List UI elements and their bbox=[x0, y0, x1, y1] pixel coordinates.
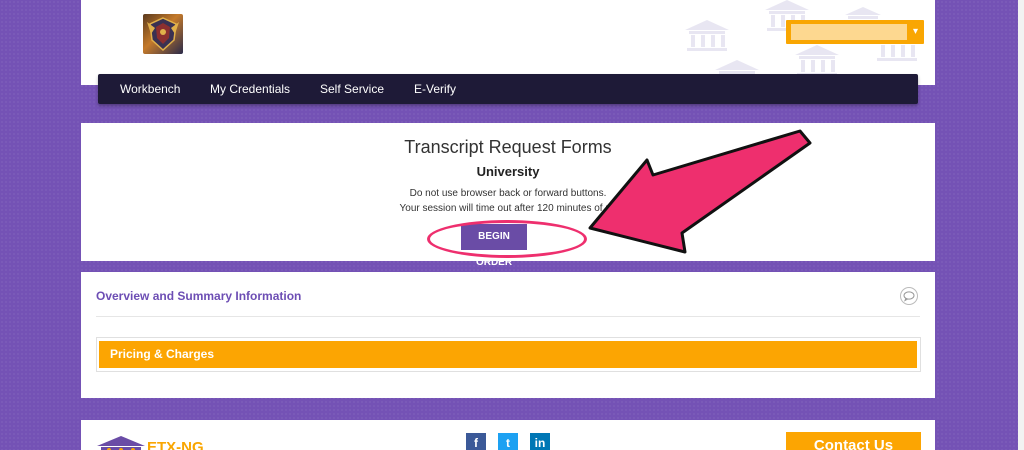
nav-item-e-verify[interactable]: E-Verify bbox=[414, 74, 456, 104]
nav-item-workbench[interactable]: Workbench bbox=[120, 74, 180, 104]
university-crest-icon[interactable] bbox=[143, 14, 183, 54]
browser-warning-note: Do not use browser back or forward butto… bbox=[409, 188, 607, 199]
begin-order-button[interactable]: BEGIN ORDER bbox=[461, 224, 527, 268]
language-select[interactable]: ▾ bbox=[786, 20, 924, 44]
chat-bubble-icon[interactable] bbox=[900, 287, 918, 305]
institution-name: University bbox=[476, 164, 540, 179]
linkedin-icon[interactable]: in bbox=[530, 433, 550, 450]
contact-us-button[interactable]: Contact Us bbox=[786, 432, 921, 450]
overview-summary-link[interactable]: Overview and Summary Information bbox=[96, 289, 301, 303]
facebook-icon[interactable]: f bbox=[466, 433, 486, 450]
site-footer: ETX-NG f t in Contact Us bbox=[81, 420, 935, 450]
nav-item-my-credentials[interactable]: My Credentials bbox=[210, 74, 290, 104]
page-title: Transcript Request Forms bbox=[404, 137, 612, 157]
nav-item-self-service[interactable]: Self Service bbox=[320, 74, 384, 104]
language-select-value bbox=[791, 24, 907, 40]
site-header: ▾ bbox=[81, 0, 935, 85]
section-divider bbox=[96, 316, 920, 317]
main-navbar: Workbench My Credentials Self Service E-… bbox=[98, 74, 918, 104]
page-scroll-edge bbox=[1018, 0, 1024, 450]
session-timeout-note: Your session will time out after 120 min… bbox=[399, 203, 617, 214]
twitter-icon[interactable]: t bbox=[498, 433, 518, 450]
overview-panel: Overview and Summary Information Pricing… bbox=[81, 272, 935, 398]
transcript-request-panel: Transcript Request Forms University Do n… bbox=[81, 123, 935, 268]
chevron-down-icon: ▾ bbox=[912, 26, 918, 37]
pricing-charges-accordion[interactable]: Pricing & Charges bbox=[99, 341, 917, 368]
footer-logo-text: ETX-NG bbox=[147, 439, 204, 450]
